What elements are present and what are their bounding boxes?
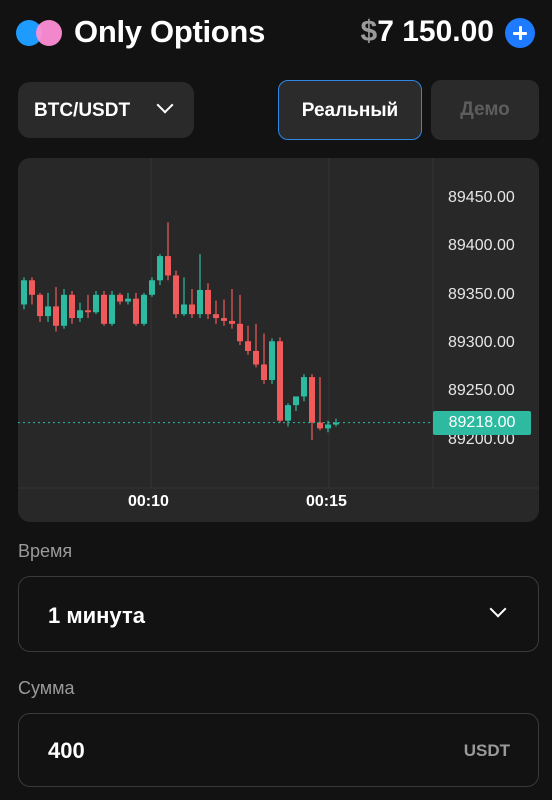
candle-body xyxy=(317,422,323,429)
candle-body xyxy=(253,350,259,365)
candle-body xyxy=(205,289,211,315)
candle-body xyxy=(85,310,91,313)
x-tick-label: 00:10 xyxy=(128,493,169,510)
y-tick-label: 89250.00 xyxy=(448,382,515,399)
y-tick-label: 89400.00 xyxy=(448,237,515,254)
price-chart[interactable]: 89450.00 89400.00 89350.00 89300.00 8925… xyxy=(18,158,539,522)
y-tick-label: 89450.00 xyxy=(448,189,515,206)
candle-body xyxy=(157,256,163,281)
candle-body xyxy=(133,298,139,324)
candle-body xyxy=(117,294,123,302)
y-tick-label: 89350.00 xyxy=(448,286,515,303)
candle-body xyxy=(149,280,155,295)
candle-body xyxy=(93,294,99,313)
candle-body xyxy=(309,377,315,423)
amount-input[interactable]: 400 USDT xyxy=(18,713,539,787)
candle-body xyxy=(173,275,179,315)
balance-currency: $ xyxy=(360,15,378,48)
time-label: Время xyxy=(18,541,73,561)
amount-value: 400 xyxy=(48,738,85,763)
time-select[interactable]: 1 минута xyxy=(18,576,539,652)
candle-body xyxy=(245,341,251,351)
candle-body xyxy=(101,294,107,324)
logo-icon xyxy=(16,20,64,46)
candle-body xyxy=(189,304,195,315)
candle-body xyxy=(21,280,27,305)
candle-body xyxy=(29,280,35,295)
account-mode-real-button[interactable]: Реальный xyxy=(278,80,422,140)
add-funds-button[interactable] xyxy=(505,18,535,48)
candle-body xyxy=(109,294,115,324)
candle-body xyxy=(197,289,203,315)
candle-body xyxy=(269,341,275,380)
y-tick-label: 89300.00 xyxy=(448,334,515,351)
candle-body xyxy=(325,424,331,429)
candle-body xyxy=(293,396,299,406)
candle-body xyxy=(237,323,243,342)
header: Only Options $7 150.00 xyxy=(0,0,552,66)
candle-body xyxy=(229,320,235,324)
chevron-down-icon xyxy=(489,600,507,618)
balance-amount: 7 150.00 xyxy=(377,15,494,48)
candle-body xyxy=(125,298,131,302)
candle-body xyxy=(69,294,75,319)
candle-body xyxy=(45,306,51,317)
candle-body xyxy=(165,256,171,276)
pair-selector[interactable]: BTC/USDT xyxy=(18,82,194,138)
candle-body xyxy=(141,294,147,324)
candle-body xyxy=(77,310,83,319)
amount-unit: USDT xyxy=(463,741,510,760)
candle-body xyxy=(181,304,187,315)
account-mode-real-label: Реальный xyxy=(301,100,399,121)
x-tick-label: 00:15 xyxy=(306,493,347,510)
candle-body xyxy=(61,294,67,326)
logo-pink-dot xyxy=(36,20,62,46)
time-select-value: 1 минута xyxy=(48,603,145,628)
candle-body xyxy=(53,306,59,326)
candle-body xyxy=(301,377,307,397)
chevron-down-icon xyxy=(156,96,174,114)
candle-body xyxy=(277,341,283,421)
candle-body xyxy=(221,318,227,321)
account-mode-demo-label: Демо xyxy=(460,99,510,120)
account-mode-demo-button[interactable]: Демо xyxy=(431,80,539,140)
current-price-tag: 89218.00 xyxy=(433,411,531,435)
candle-body xyxy=(285,405,291,421)
candle-body xyxy=(37,294,43,317)
amount-label: Сумма xyxy=(18,678,75,698)
balance: $7 150.00 xyxy=(361,15,494,49)
pair-label: BTC/USDT xyxy=(34,100,131,121)
candle-body xyxy=(261,364,267,380)
candle-body xyxy=(213,314,219,319)
app-title: Only Options xyxy=(74,14,266,49)
